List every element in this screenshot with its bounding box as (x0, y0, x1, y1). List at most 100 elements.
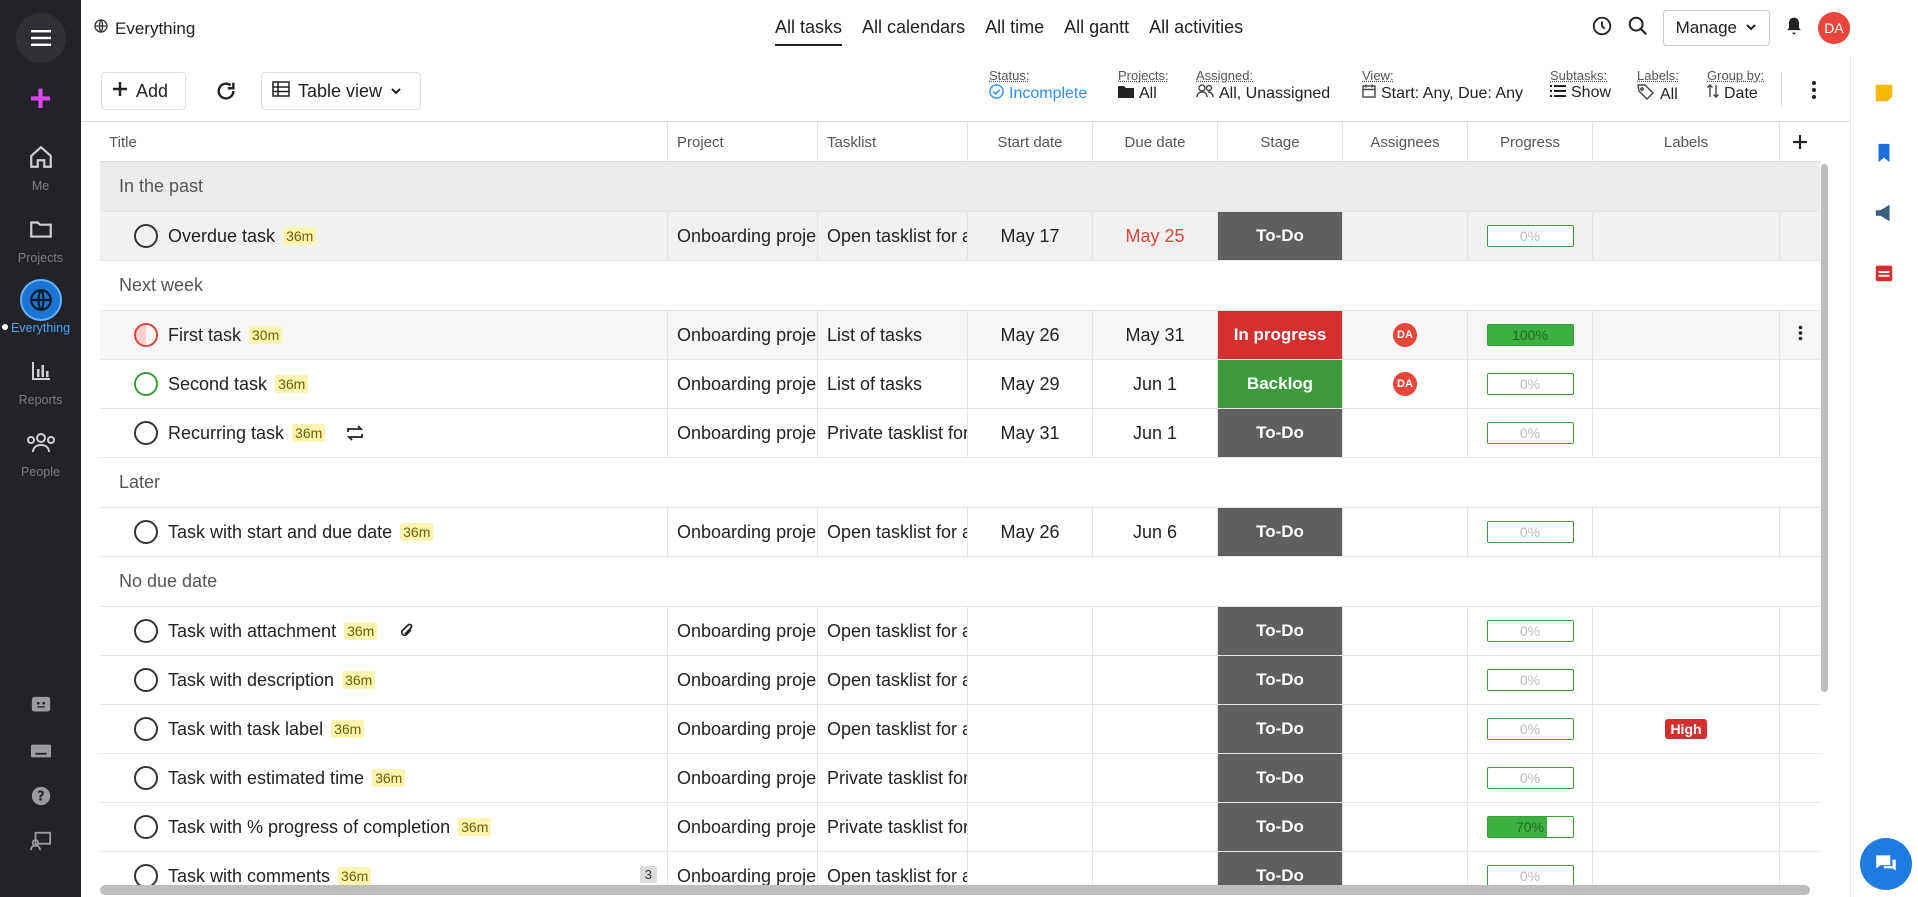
progress-bar[interactable]: 0% (1486, 865, 1574, 887)
feedback-icon[interactable] (30, 695, 52, 722)
help-icon[interactable]: ? (30, 785, 52, 812)
row-actions-cell[interactable] (1780, 360, 1820, 408)
tasklist-cell[interactable]: Private tasklist for (818, 754, 968, 802)
row-actions-cell[interactable] (1780, 508, 1820, 556)
stage-badge[interactable]: In progress (1218, 311, 1342, 359)
assignees-cell[interactable] (1343, 607, 1468, 655)
tab-all-tasks[interactable]: All tasks (775, 17, 843, 46)
sidebar-item-everything[interactable]: Everything (0, 279, 81, 335)
tab-all-gantt[interactable]: All gantt (1064, 17, 1129, 46)
task-title[interactable]: First task (168, 325, 241, 346)
progress-cell[interactable]: 0% (1468, 852, 1593, 887)
progress-cell[interactable]: 0% (1468, 607, 1593, 655)
progress-cell[interactable]: 100% (1468, 311, 1593, 359)
group-header[interactable]: Later (100, 458, 1820, 508)
stage-cell[interactable]: To-Do (1218, 803, 1343, 851)
complete-checkbox[interactable] (134, 619, 158, 643)
start-date-cell[interactable] (968, 705, 1093, 753)
assignee-avatar[interactable]: DA (1393, 372, 1417, 396)
complete-checkbox[interactable] (134, 421, 158, 445)
due-date-cell[interactable] (1093, 754, 1218, 802)
project-cell[interactable]: Onboarding project (668, 311, 818, 359)
tab-all-activities[interactable]: All activities (1149, 17, 1243, 46)
row-actions-cell[interactable] (1780, 656, 1820, 704)
stage-cell[interactable]: To-Do (1218, 508, 1343, 556)
progress-bar[interactable]: 0% (1486, 521, 1574, 543)
calendar-icon[interactable] (1873, 262, 1897, 286)
task-title[interactable]: Overdue task (168, 226, 275, 247)
title-cell[interactable]: First task 30m (100, 311, 668, 359)
column-header-labels[interactable]: Labels (1593, 122, 1780, 162)
progress-cell[interactable]: 0% (1468, 754, 1593, 802)
title-cell[interactable]: Task with % progress of completion 36m (100, 803, 668, 851)
labels-cell[interactable]: High (1593, 705, 1780, 753)
column-header-stage[interactable]: Stage (1218, 122, 1343, 162)
progress-cell[interactable]: 0% (1468, 508, 1593, 556)
due-date-cell[interactable]: May 31 (1093, 311, 1218, 359)
title-cell[interactable]: Recurring task 36m (100, 409, 668, 457)
stage-badge[interactable]: To-Do (1218, 803, 1342, 851)
row-actions-cell[interactable] (1780, 607, 1820, 655)
stage-badge[interactable]: To-Do (1218, 852, 1342, 887)
labels-cell[interactable] (1593, 212, 1780, 260)
column-header-title[interactable]: Title (100, 122, 668, 162)
labels-filter[interactable]: Labels: All (1637, 68, 1679, 105)
project-cell[interactable]: Onboarding project (668, 212, 818, 260)
view-filter[interactable]: View: Start: Any, Due: Any (1362, 68, 1523, 103)
row-actions-cell[interactable] (1780, 311, 1820, 359)
project-cell[interactable]: Onboarding project (668, 409, 818, 457)
start-date-cell[interactable] (968, 852, 1093, 887)
comments-count-badge[interactable]: 3 (639, 866, 657, 883)
complete-checkbox[interactable] (134, 864, 158, 887)
complete-checkbox[interactable] (134, 815, 158, 839)
assignees-cell[interactable] (1343, 508, 1468, 556)
keyboard-icon[interactable] (30, 740, 52, 767)
sidebar-item-projects[interactable]: Projects (0, 207, 81, 265)
status-filter[interactable]: Status: Incomplete (989, 68, 1087, 104)
labels-cell[interactable] (1593, 360, 1780, 408)
title-cell[interactable]: Task with task label 36m (100, 705, 668, 753)
progress-bar[interactable]: 0% (1486, 373, 1574, 395)
stage-badge[interactable]: To-Do (1218, 212, 1342, 260)
group-header[interactable]: In the past (100, 162, 1820, 212)
progress-bar[interactable]: 100% (1486, 324, 1574, 346)
labels-cell[interactable] (1593, 803, 1780, 851)
progress-cell[interactable]: 0% (1468, 360, 1593, 408)
table-row[interactable]: Task with % progress of completion 36m O… (100, 803, 1820, 852)
stage-badge[interactable]: To-Do (1218, 508, 1342, 556)
tasklist-cell[interactable]: Open tasklist for all (818, 212, 968, 260)
labels-cell[interactable] (1593, 508, 1780, 556)
row-actions-cell[interactable] (1780, 754, 1820, 802)
add-column-plus-icon[interactable] (1780, 122, 1820, 162)
due-date-cell[interactable]: Jun 1 (1093, 409, 1218, 457)
due-date-cell[interactable] (1093, 656, 1218, 704)
tasklist-cell[interactable]: Private tasklist for (818, 409, 968, 457)
column-header-progress[interactable]: Progress (1468, 122, 1593, 162)
labels-cell[interactable] (1593, 607, 1780, 655)
progress-cell[interactable]: 0% (1468, 705, 1593, 753)
row-actions-cell[interactable] (1780, 803, 1820, 851)
group-header[interactable]: No due date (100, 557, 1820, 607)
assignees-cell[interactable] (1343, 656, 1468, 704)
table-row[interactable]: Recurring task 36m Onboarding project Pr… (100, 409, 1820, 458)
labels-cell[interactable] (1593, 311, 1780, 359)
table-row[interactable]: Task with description 36m Onboarding pro… (100, 656, 1820, 705)
start-date-cell[interactable]: May 26 (968, 508, 1093, 556)
table-row[interactable]: Task with comments 36m 3 Onboarding proj… (100, 852, 1820, 887)
assignees-cell[interactable] (1343, 409, 1468, 457)
projects-filter[interactable]: Projects: All (1118, 68, 1169, 103)
table-row[interactable]: First task 30m Onboarding project List o… (100, 311, 1820, 360)
assignees-cell[interactable] (1343, 705, 1468, 753)
complete-checkbox[interactable] (134, 668, 158, 692)
task-title[interactable]: Recurring task (168, 423, 284, 444)
sidebar-item-people[interactable]: People (0, 421, 81, 479)
table-row[interactable]: Task with start and due date 36m Onboard… (100, 508, 1820, 557)
title-cell[interactable]: Task with attachment 36m (100, 607, 668, 655)
labels-cell[interactable] (1593, 656, 1780, 704)
assignees-cell[interactable] (1343, 803, 1468, 851)
complete-checkbox[interactable] (134, 323, 158, 347)
table-view-dropdown[interactable]: Table view (261, 72, 421, 110)
group-by-filter[interactable]: Group by: Date (1707, 68, 1764, 103)
assignees-cell[interactable] (1343, 754, 1468, 802)
assignees-cell[interactable]: DA (1343, 311, 1468, 359)
